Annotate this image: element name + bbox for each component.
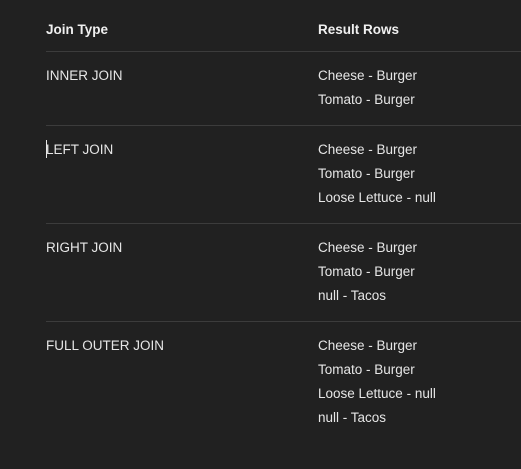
result-row-text: Cheese - Burger [318, 240, 418, 255]
result-row-text: Tomato - Burger [318, 264, 415, 279]
result-rows-cell: Cheese - Burger Tomato - Burger [318, 67, 521, 115]
result-row-text: Loose Lettuce - null [318, 386, 436, 401]
result-row-text: Cheese - Burger [318, 68, 418, 83]
result-row-text: null - Tacos [318, 288, 387, 303]
result-row-text: Loose Lettuce - null [318, 190, 436, 205]
result-row-text: Tomato - Burger [318, 166, 415, 181]
result-row-text: Cheese - Burger [318, 338, 418, 353]
header-result-rows: Result Rows [318, 22, 400, 37]
table-row: FULL OUTER JOIN Cheese - Burger Tomato -… [46, 322, 521, 443]
table-header-row: Join Type Result Rows [46, 0, 521, 52]
result-row-text: null - Tacos [318, 410, 387, 425]
join-type-cell: INNER JOIN [46, 68, 123, 83]
result-row-text: Tomato - Burger [318, 362, 415, 377]
join-type-cell: RIGHT JOIN [46, 240, 123, 255]
result-row-text: Tomato - Burger [318, 92, 415, 107]
join-type-cell[interactable]: LEFT JOIN [46, 142, 113, 157]
table-row: RIGHT JOIN Cheese - Burger Tomato - Burg… [46, 224, 521, 322]
join-type-cell: FULL OUTER JOIN [46, 338, 165, 353]
result-rows-cell: Cheese - Burger Tomato - Burger Loose Le… [318, 141, 521, 213]
result-row-text: Cheese - Burger [318, 142, 418, 157]
table-row: LEFT JOIN Cheese - Burger Tomato - Burge… [46, 126, 521, 224]
result-rows-cell: Cheese - Burger Tomato - Burger Loose Le… [318, 337, 521, 433]
join-results-table: Join Type Result Rows INNER JOIN Cheese … [46, 0, 521, 443]
result-rows-cell: Cheese - Burger Tomato - Burger null - T… [318, 239, 521, 311]
table-row: INNER JOIN Cheese - Burger Tomato - Burg… [46, 52, 521, 126]
header-join-type: Join Type [46, 22, 109, 37]
